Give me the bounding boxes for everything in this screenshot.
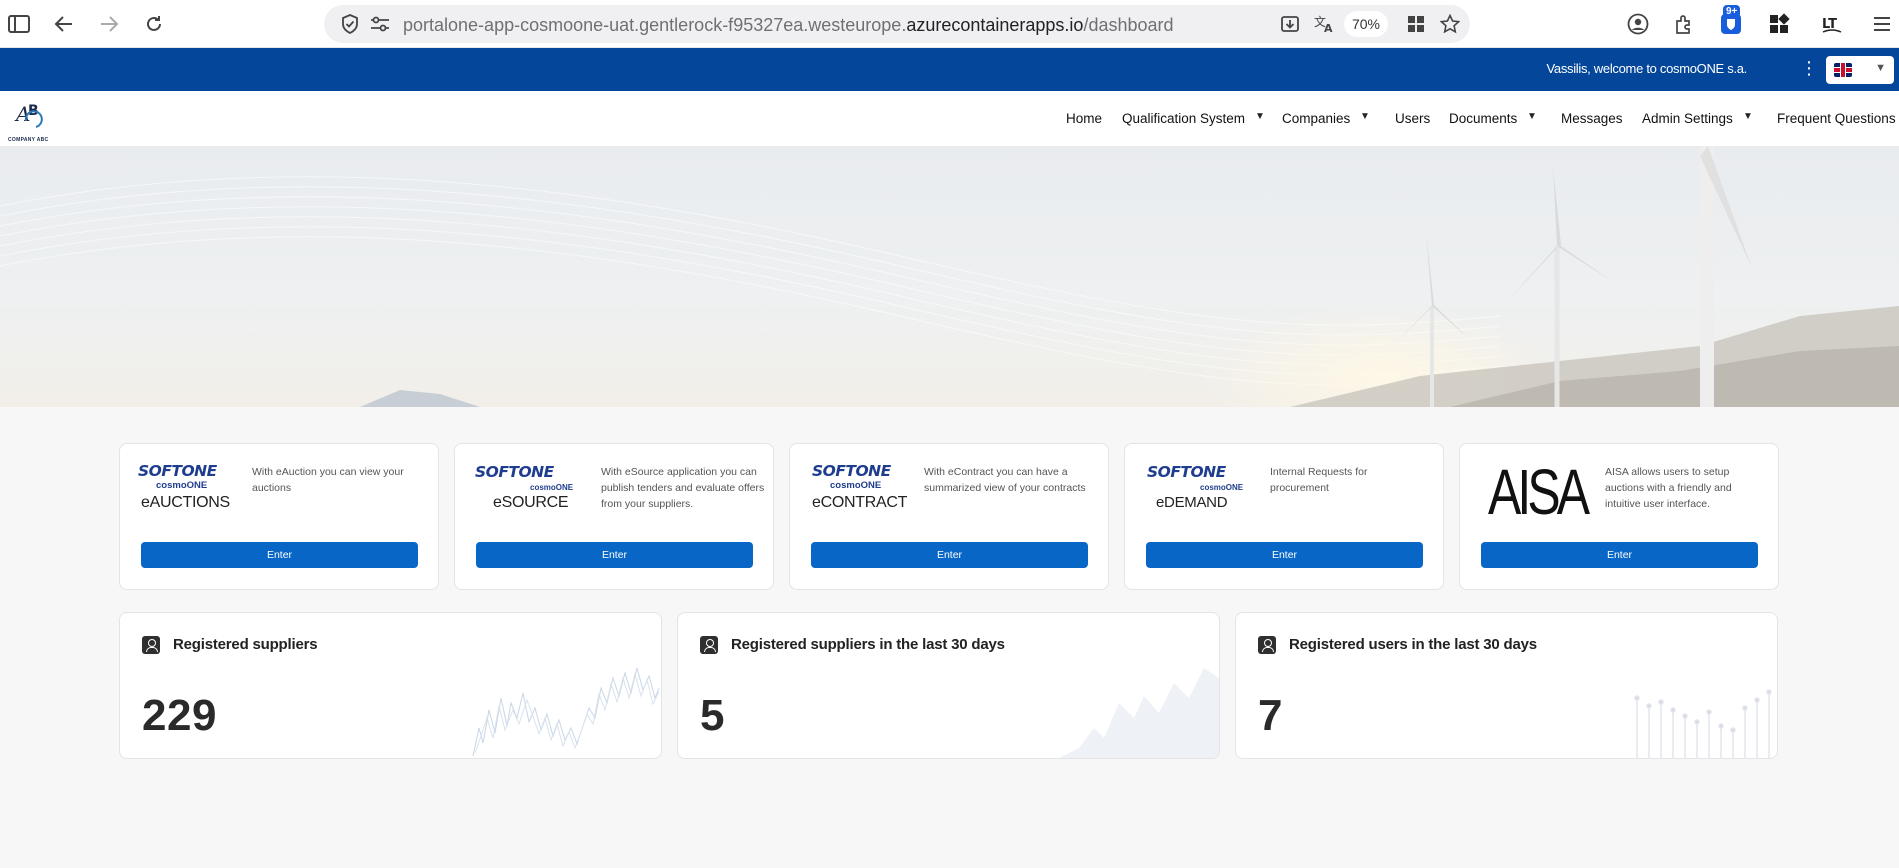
nav-qualification-system[interactable]: Qualification System: [1122, 111, 1245, 126]
chevron-down-icon: ▼: [1875, 62, 1886, 74]
product-name: eAUCTIONS: [141, 494, 230, 511]
app-description: With eAuction you can view your auctions: [252, 466, 404, 494]
app-card-aisa: AISA AISA allows users to setup auctions…: [1459, 443, 1779, 590]
user-icon: [700, 636, 718, 654]
forward-icon[interactable]: [95, 10, 123, 38]
main-navigation: A B COMPANY ABC Home Qualification Syste…: [0, 91, 1899, 146]
language-selector[interactable]: ▼: [1826, 56, 1894, 84]
reload-icon[interactable]: [140, 10, 168, 38]
app-card-esource: SOFTONE cosmoONE eSOURCE With eSource ap…: [454, 443, 774, 590]
apps-grid-icon[interactable]: [1402, 10, 1430, 38]
workspace-apps-icon[interactable]: [1765, 10, 1793, 38]
bookmark-star-icon[interactable]: [1436, 10, 1464, 38]
nav-users[interactable]: Users: [1395, 111, 1430, 126]
nav-messages[interactable]: Messages: [1561, 111, 1623, 126]
stat-value: 5: [700, 691, 725, 740]
company-logo[interactable]: A B COMPANY ABC: [4, 99, 56, 143]
nav-companies[interactable]: Companies: [1282, 111, 1350, 126]
stat-card-users-30-days: Registered users in the last 30 days 7: [1235, 612, 1778, 759]
app-card-eauctions: SOFTONE cosmoONE eAUCTIONS With eAuction…: [119, 443, 439, 590]
cosmoone-brand: cosmoONE: [156, 480, 208, 491]
softone-brand: SOFTONE: [475, 463, 554, 481]
extensions-icon[interactable]: [1670, 10, 1698, 38]
product-name: eDEMAND: [1156, 494, 1228, 511]
nav-frequent-questions[interactable]: Frequent Questions: [1777, 111, 1896, 126]
softone-brand: SOFTONE: [138, 462, 217, 480]
stat-value: 7: [1258, 691, 1283, 740]
edemand-logo: SOFTONE cosmoONE eDEMAND: [1143, 462, 1253, 524]
address-bar[interactable]: portalone-app-cosmoone-uat.gentlerock-f9…: [324, 5, 1470, 43]
nav-documents[interactable]: Documents: [1449, 111, 1517, 126]
install-app-icon[interactable]: [1276, 10, 1304, 38]
enter-aisa-button[interactable]: Enter: [1481, 542, 1758, 568]
url-prefix: portalone-app-cosmoone-uat.gentlerock-f9…: [403, 15, 907, 35]
app-description: With eSource application you can publish…: [601, 466, 765, 510]
econtract-logo: SOFTONE cosmoONE eCONTRACT: [808, 462, 918, 524]
sparkline-decoration: [472, 667, 660, 757]
stat-title: Registered suppliers: [173, 636, 318, 653]
cosmoone-brand: cosmoONE: [530, 483, 574, 492]
stat-value: 229: [142, 691, 217, 740]
aisa-logo: AISA: [1488, 456, 1590, 528]
stat-card-registered-suppliers: Registered suppliers 229: [119, 612, 662, 759]
welcome-message: Vassilis, welcome to cosmoONE s.a.: [1546, 61, 1747, 76]
notification-count-badge: 9+: [1723, 5, 1741, 18]
enter-eauctions-button[interactable]: Enter: [141, 542, 418, 568]
eauctions-logo: SOFTONE cosmoONE eAUCTIONS: [138, 462, 248, 524]
chevron-down-icon[interactable]: ▼: [1743, 111, 1753, 122]
svg-text:A: A: [1324, 22, 1333, 34]
shield-icon[interactable]: [336, 10, 364, 38]
languagetool-icon[interactable]: LT: [1818, 10, 1846, 38]
stat-card-suppliers-30-days: Registered suppliers in the last 30 days…: [677, 612, 1220, 759]
url-domain: azurecontainerapps.io: [906, 15, 1084, 35]
product-name: eCONTRACT: [812, 494, 908, 511]
chevron-down-icon[interactable]: ▼: [1255, 111, 1265, 122]
user-icon: [1258, 636, 1276, 654]
user-menu-icon[interactable]: ⋮: [1800, 58, 1818, 79]
app-card-edemand: SOFTONE cosmoONE eDEMAND Internal Reques…: [1124, 443, 1444, 590]
browser-menu-icon[interactable]: [1868, 10, 1896, 38]
zoom-level-badge[interactable]: 70%: [1344, 11, 1388, 37]
portal-top-bar: Vassilis, welcome to cosmoONE s.a. ⋮ ▼: [0, 48, 1899, 91]
back-icon[interactable]: [50, 10, 78, 38]
site-settings-icon[interactable]: [366, 10, 394, 38]
user-icon: [142, 636, 160, 654]
app-description: AISA allows users to setup auctions with…: [1605, 466, 1732, 510]
cosmoone-brand: cosmoONE: [830, 480, 882, 491]
logo-text: COMPANY ABC: [8, 137, 49, 143]
translate-icon[interactable]: 文A: [1310, 10, 1338, 38]
url-path: /dashboard: [1083, 15, 1174, 35]
app-description: Internal Requests for procurement: [1270, 466, 1368, 494]
hero-banner: [0, 146, 1899, 407]
app-description: With eContract you can have a summarized…: [924, 466, 1086, 494]
chevron-down-icon[interactable]: ▼: [1527, 111, 1537, 122]
nav-home[interactable]: Home: [1066, 111, 1102, 126]
softone-brand: SOFTONE: [812, 462, 891, 480]
browser-toolbar: portalone-app-cosmoone-uat.gentlerock-f9…: [0, 0, 1899, 48]
cosmoone-brand: cosmoONE: [1200, 483, 1244, 492]
nav-admin-settings[interactable]: Admin Settings: [1642, 111, 1733, 126]
stat-title: Registered users in the last 30 days: [1289, 636, 1537, 653]
wind-turbine-illustration: [0, 146, 1899, 407]
uk-flag-icon: [1834, 63, 1852, 77]
app-card-econtract: SOFTONE cosmoONE eCONTRACT With eContrac…: [789, 443, 1109, 590]
area-chart-decoration: [1059, 668, 1219, 758]
enter-esource-button[interactable]: Enter: [476, 542, 753, 568]
sidebar-toggle-icon[interactable]: [5, 10, 33, 38]
enter-econtract-button[interactable]: Enter: [811, 542, 1088, 568]
url-text[interactable]: portalone-app-cosmoone-uat.gentlerock-f9…: [403, 15, 1174, 36]
stat-title: Registered suppliers in the last 30 days: [731, 636, 1005, 653]
chevron-down-icon[interactable]: ▼: [1360, 111, 1370, 122]
account-icon[interactable]: [1624, 10, 1652, 38]
product-name: eSOURCE: [493, 494, 569, 511]
softone-brand: SOFTONE: [1147, 463, 1226, 481]
esource-logo: SOFTONE cosmoONE eSOURCE: [473, 462, 583, 524]
enter-edemand-button[interactable]: Enter: [1146, 542, 1423, 568]
lollipop-chart-decoration: [1634, 689, 1772, 758]
